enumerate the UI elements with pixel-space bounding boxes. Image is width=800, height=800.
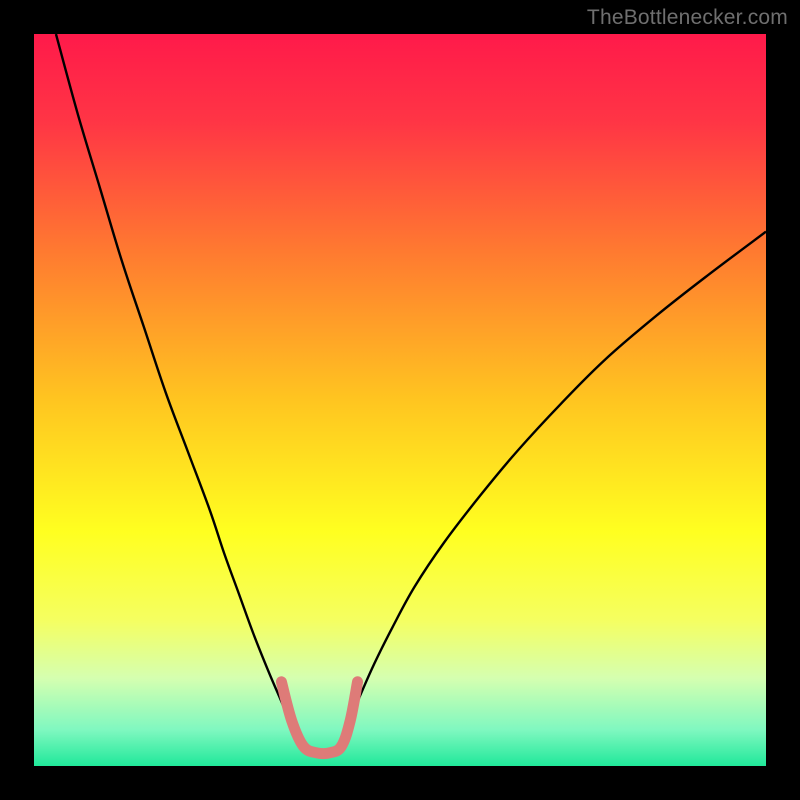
gradient-background bbox=[34, 34, 766, 766]
outer-frame: TheBottlenecker.com bbox=[0, 0, 800, 800]
bottleneck-chart bbox=[34, 34, 766, 766]
plot-area bbox=[34, 34, 766, 766]
watermark-label: TheBottlenecker.com bbox=[587, 6, 788, 30]
